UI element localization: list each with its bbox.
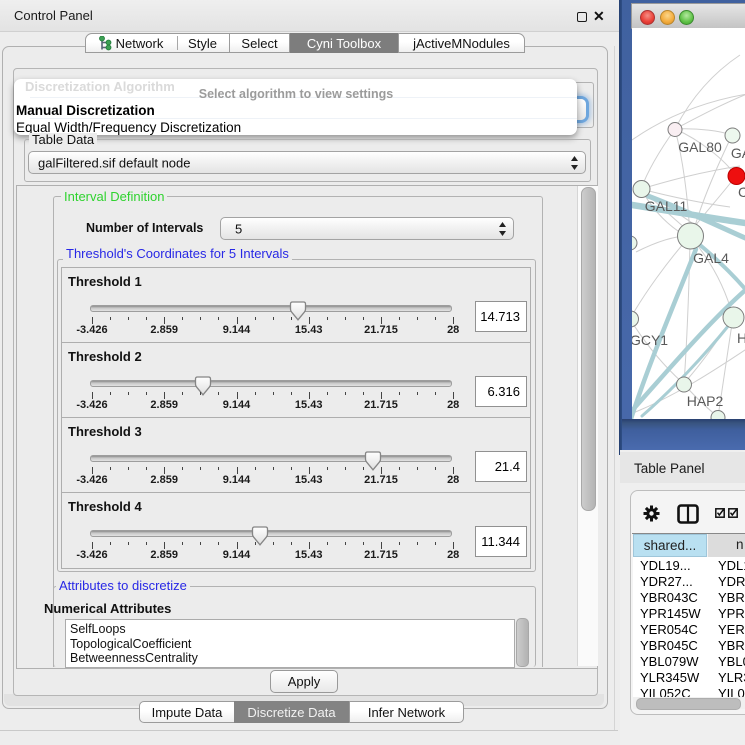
svg-text:H: H [737, 330, 745, 346]
svg-text:GA: GA [731, 145, 745, 161]
svg-text:C: C [738, 184, 745, 200]
svg-text:GAL80: GAL80 [678, 139, 722, 155]
svg-text:HAP2: HAP2 [687, 393, 724, 409]
svg-text:GAL4: GAL4 [693, 250, 729, 266]
svg-text:GAL11: GAL11 [645, 198, 688, 214]
svg-text:GCY1: GCY1 [632, 332, 668, 348]
